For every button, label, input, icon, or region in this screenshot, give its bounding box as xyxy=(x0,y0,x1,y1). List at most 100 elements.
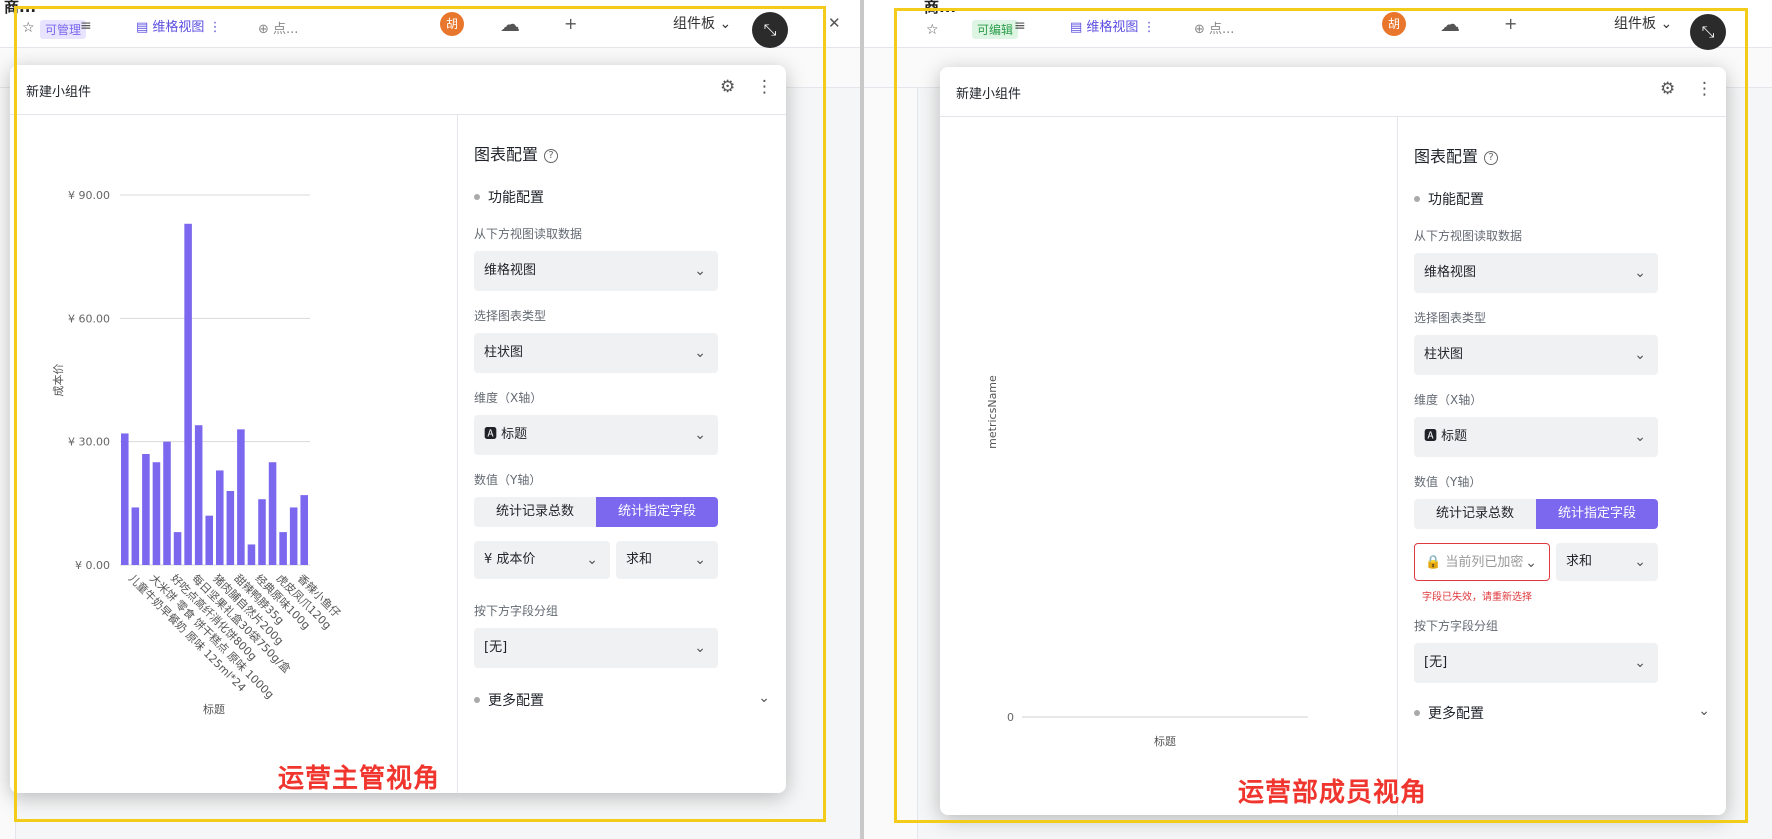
chevron-down-icon: ⌄ xyxy=(1634,429,1646,445)
count-records-button[interactable]: 统计记录总数 xyxy=(474,497,596,527)
caption: 运营主管视角 xyxy=(278,764,441,794)
group-label: 按下方字段分组 xyxy=(474,604,559,618)
grid-icon: ▤ xyxy=(1070,20,1087,35)
close-icon[interactable]: ✕ xyxy=(828,14,841,32)
source-select[interactable]: 维格视图 ⌄ xyxy=(474,251,718,291)
chart-type-select[interactable]: 柱状图 ⌄ xyxy=(474,333,718,373)
bar xyxy=(279,532,287,565)
bar xyxy=(163,441,171,565)
y-axis-title: metricsName xyxy=(986,375,999,449)
y-axis-label: 数值（Y轴） xyxy=(474,473,542,487)
bar xyxy=(184,223,192,565)
widget-board-tab[interactable]: 组件板 ⌄ xyxy=(673,13,731,33)
more-config-section[interactable]: 更多配置 xyxy=(474,690,544,710)
y-tick-label: ¥ 60.00 xyxy=(68,312,110,325)
y-tick-label: ¥ 0.00 xyxy=(75,559,110,572)
dialog-header: 新建小组件 ⚙ ⋮ xyxy=(10,65,786,115)
tab-grid-view[interactable]: ▤ 维格视图 ⋮ xyxy=(136,16,222,35)
add-widget-icon[interactable]: + xyxy=(1504,14,1517,33)
empty-bar-chart: 0 metricsName 标题 xyxy=(986,375,1308,748)
chart-config-panel: 图表配置? 功能配置 从下方视图读取数据 维格视图 ⌄ 选择图表类型 柱状图 ⌄ 维… xyxy=(1398,117,1726,815)
feature-section[interactable]: 功能配置 xyxy=(1414,189,1484,209)
bar-chart: ¥ 0.00¥ 30.00¥ 60.00¥ 90.00儿童牛奶早餐奶 原味 12… xyxy=(51,189,344,716)
avatar[interactable]: 胡 xyxy=(440,12,464,36)
chevron-down-icon: ⌄ xyxy=(694,345,706,361)
chevron-down-icon: ⌄ xyxy=(1634,265,1646,281)
settings-icon[interactable]: ⚙ xyxy=(1660,79,1675,99)
add-view-button[interactable]: ⊕ 点... xyxy=(258,18,298,37)
bar xyxy=(216,470,224,565)
count-records-button[interactable]: 统计记录总数 xyxy=(1414,499,1536,529)
y-field-select[interactable]: ¥ 成本价 ⌄ xyxy=(474,541,610,579)
chevron-down-icon[interactable]: ⌄ xyxy=(1698,703,1710,719)
specified-field-button[interactable]: 统计指定字段 xyxy=(1536,499,1658,529)
add-view-button[interactable]: ⊕ 点... xyxy=(1194,18,1234,37)
y-mode-toggle: 统计记录总数 统计指定字段 xyxy=(474,497,718,527)
star-icon[interactable]: ☆ xyxy=(926,22,939,38)
text-field-icon: 🅰 xyxy=(484,427,502,442)
chart-config-panel: 图表配置? 功能配置 从下方视图读取数据 维格视图 ⌄ 选择图表类型 柱状图 ⌄ 维… xyxy=(458,115,786,793)
y-field-select[interactable]: 🔒 当前列已加密 ⌄ xyxy=(1414,543,1550,581)
help-icon[interactable]: ? xyxy=(1484,151,1499,165)
help-icon[interactable]: ? xyxy=(544,149,559,163)
right-pane: 商... ☆ 可编辑 ≡ ▤ 维格视图 ⋮ ⊕ 点... 胡 ☁ + 组件板 ⌄… xyxy=(864,0,1772,839)
aggregation-select[interactable]: 求和 ⌄ xyxy=(1556,543,1658,581)
more-icon[interactable]: ⋮ xyxy=(756,77,773,97)
bar xyxy=(152,462,161,565)
row-numbers xyxy=(864,88,918,839)
type-label: 选择图表类型 xyxy=(1414,311,1487,325)
chart-preview: ¥ 0.00 ¥ 30.00 ¥ 60.00 ¥ 90.00 儿童牛奶早餐奶 原味 12… xyxy=(10,115,458,793)
star-icon[interactable]: ☆ xyxy=(22,20,35,36)
avatar[interactable]: 胡 xyxy=(1382,12,1406,36)
tab-grid-view[interactable]: ▤ 维格视图 ⋮ xyxy=(1070,16,1156,35)
chart-type-select[interactable]: 柱状图 ⌄ xyxy=(1414,335,1658,375)
left-pane: 商... ☆ 可管理 ≡ ▤ 维格视图 ⋮ ⊕ 点... 胡 ☁ + 组件板 ⌄… xyxy=(0,0,860,839)
chevron-down-icon: ⌄ xyxy=(694,263,706,279)
aggregation-select[interactable]: 求和 ⌄ xyxy=(616,541,718,579)
more-config-section[interactable]: 更多配置 xyxy=(1414,703,1484,723)
text-field-icon: 🅰 xyxy=(1424,429,1442,444)
group-select[interactable]: [无] ⌄ xyxy=(1414,643,1658,683)
y-tick-label: 0 xyxy=(1007,711,1014,724)
chevron-down-icon: ⌄ xyxy=(694,427,706,443)
bar xyxy=(258,499,266,565)
bar xyxy=(173,532,182,565)
x-axis-title: 标题 xyxy=(1154,734,1176,748)
group-label: 按下方字段分组 xyxy=(1414,619,1499,633)
specified-field-button[interactable]: 统计指定字段 xyxy=(596,497,718,527)
more-icon[interactable]: ⋮ xyxy=(1696,79,1713,99)
menu-icon[interactable]: ≡ xyxy=(1014,18,1026,34)
bar xyxy=(268,462,277,565)
y-tick-label: ¥ 30.00 xyxy=(68,436,110,449)
field-error-message: 字段已失效，请重新选择 xyxy=(1422,592,1532,603)
chevron-down-icon: ⌄ xyxy=(1525,555,1537,571)
settings-icon[interactable]: ⚙ xyxy=(720,77,735,97)
chevron-down-icon: ⌄ xyxy=(694,640,706,656)
cloud-icon[interactable]: ☁ xyxy=(1440,12,1460,36)
config-title: 图表配置? xyxy=(1414,143,1499,167)
chart-preview: 0 metricsName 标题 xyxy=(940,117,1398,815)
app-header: 商... ☆ 可管理 ≡ ▤ 维格视图 ⋮ ⊕ 点... 胡 ☁ + 组件板 ⌄… xyxy=(0,0,860,48)
collapse-icon[interactable]: ⤡ xyxy=(752,12,788,48)
source-select[interactable]: 维格视图 ⌄ xyxy=(1414,253,1658,293)
bar xyxy=(142,454,150,565)
widget-board-tab[interactable]: 组件板 ⌄ xyxy=(1614,13,1672,33)
base-title: 商... xyxy=(924,0,957,16)
widget-dialog: 新建小组件 ⚙ ⋮ ¥ 0.00 ¥ 30.00 ¥ 60.00 ¥ 90.00 儿童牛… xyxy=(10,65,786,793)
y-axis-title: 成本价 xyxy=(51,364,65,397)
feature-section[interactable]: 功能配置 xyxy=(474,187,544,207)
menu-icon[interactable]: ≡ xyxy=(80,18,92,34)
cloud-icon[interactable]: ☁ xyxy=(500,12,520,36)
permission-badge: 可编辑 xyxy=(972,20,1019,39)
caption: 运营部成员视角 xyxy=(1238,778,1428,808)
chevron-down-icon: ⌄ xyxy=(1634,655,1646,671)
widget-dialog: 新建小组件 ⚙ ⋮ 0 metricsName 标题 图表配置? 功能配置 从下方视… xyxy=(940,67,1726,815)
bar xyxy=(237,429,245,565)
x-axis-select[interactable]: 🅰 标题 ⌄ xyxy=(1414,417,1658,457)
x-axis-select[interactable]: 🅰 标题 ⌄ xyxy=(474,415,718,455)
collapse-icon[interactable]: ⤡ xyxy=(1690,14,1726,50)
add-widget-icon[interactable]: + xyxy=(564,14,577,33)
chevron-down-icon[interactable]: ⌄ xyxy=(758,690,770,706)
group-select[interactable]: [无] ⌄ xyxy=(474,628,718,668)
currency-icon: ¥ xyxy=(484,552,497,567)
